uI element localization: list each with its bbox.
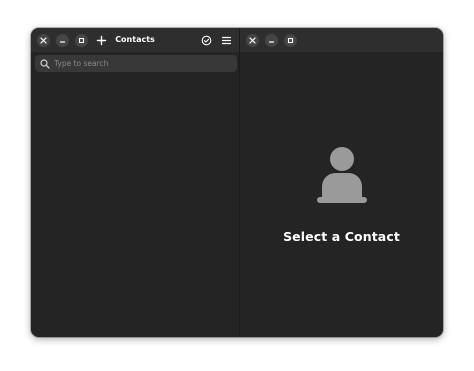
empty-state: Select a Contact [240, 143, 443, 244]
detail-minimize-button[interactable] [265, 34, 278, 47]
maximize-icon [287, 37, 294, 44]
minimize-icon [59, 41, 66, 43]
contacts-list-pane: Contacts [31, 28, 240, 337]
selection-mode-button[interactable] [199, 33, 214, 48]
close-icon [40, 37, 47, 44]
list-header-bar: Contacts [31, 28, 239, 52]
detail-maximize-button[interactable] [284, 34, 297, 47]
search-input[interactable] [54, 55, 237, 72]
search-bar[interactable] [35, 55, 237, 72]
check-circle-icon [201, 35, 212, 46]
contacts-window: Contacts Type to search Select a Contact [31, 28, 443, 337]
contact-detail-pane: Select a Contact [240, 28, 443, 337]
maximize-icon [78, 37, 85, 44]
close-button[interactable] [37, 34, 50, 47]
minimize-icon [268, 41, 275, 43]
close-icon [249, 37, 256, 44]
search-icon [40, 58, 50, 69]
person-icon [316, 147, 367, 203]
main-menu-button[interactable] [219, 33, 234, 48]
hamburger-menu-icon [221, 36, 232, 45]
empty-state-label: Select a Contact [283, 229, 400, 244]
window-title: Contacts [115, 35, 155, 44]
detail-close-button[interactable] [246, 34, 259, 47]
detail-header-bar [240, 28, 443, 52]
minimize-button[interactable] [56, 34, 69, 47]
